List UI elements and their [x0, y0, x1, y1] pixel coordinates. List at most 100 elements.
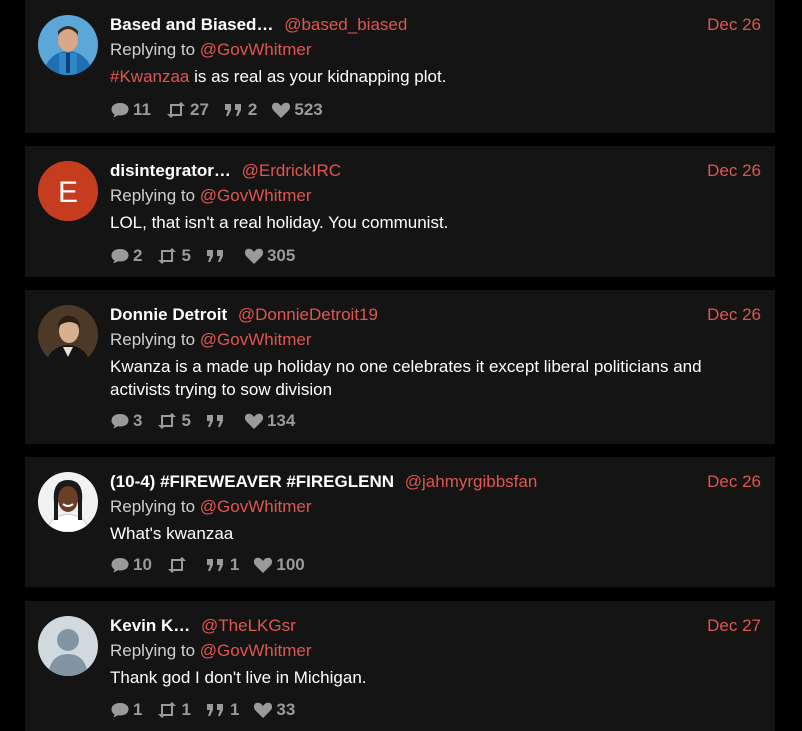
reply-count: 10 [133, 555, 152, 574]
like-button[interactable]: 305 [244, 246, 295, 266]
avatar[interactable]: E [38, 161, 98, 221]
tweet-text-line: Kwanza is a made up holiday no one celeb… [110, 357, 702, 376]
retweet-count: 27 [189, 100, 209, 119]
quote-count: 2 [247, 100, 258, 119]
like-count: 33 [276, 700, 296, 719]
like-button[interactable]: 523 [271, 100, 323, 120]
retweet-button[interactable] [166, 556, 191, 574]
author-handle[interactable]: @DonnieDetroit19 [238, 305, 378, 324]
replying-to: Replying to @GovWhitmer [110, 39, 761, 61]
quote-button[interactable] [205, 247, 230, 265]
replying-to: Replying to @GovWhitmer [110, 329, 761, 351]
like-count: 523 [294, 100, 323, 119]
hashtag-link[interactable]: #Kwanzaa [110, 67, 189, 86]
replying-to-link[interactable]: @GovWhitmer [200, 641, 312, 660]
author-handle[interactable]: @jahmyrgibbsfan [405, 472, 538, 491]
reply-count: 3 [133, 411, 143, 430]
retweet-button[interactable]: 27 [165, 100, 209, 120]
retweet-icon [167, 557, 186, 573]
reply-icon [111, 558, 129, 573]
tweet-text: Thank god I don't live in Michigan. [110, 668, 367, 687]
author-name[interactable]: Kevin K… [110, 616, 190, 635]
tweet-card[interactable]: Kevin K… @TheLKGsr Dec 27 Replying to @G… [25, 601, 775, 731]
tweet-date[interactable]: Dec 26 [707, 14, 761, 36]
like-count: 305 [266, 246, 296, 265]
quote-button[interactable] [205, 412, 230, 430]
tweet-card[interactable]: (10-4) #FIREWEAVER #FIREGLENN @jahmyrgib… [25, 457, 775, 587]
replying-to: Replying to @GovWhitmer [110, 185, 761, 207]
author-handle[interactable]: @TheLKGsr [201, 616, 296, 635]
quote-count: 1 [229, 555, 240, 574]
reply-button[interactable]: 10 [110, 555, 152, 575]
retweet-button[interactable]: 5 [156, 411, 191, 431]
tweet-card[interactable]: Based and Biased… @based_biased Dec 26 R… [25, 0, 775, 133]
tweet-actions: 3 5 134 [110, 411, 309, 431]
reply-icon [111, 249, 129, 264]
retweet-icon [158, 702, 177, 718]
quote-button[interactable]: 1 [205, 555, 239, 575]
reply-icon [111, 703, 129, 718]
tweet-actions: 10 1 100 [110, 555, 319, 575]
tweet-text-body: is as real as your kidnapping plot. [189, 67, 447, 86]
like-button[interactable]: 134 [244, 411, 295, 431]
reply-count: 11 [133, 100, 151, 119]
quote-icon [206, 415, 223, 427]
author-name[interactable]: disintegrator… [110, 161, 231, 180]
reply-button[interactable]: 11 [110, 100, 151, 120]
tweet-date[interactable]: Dec 26 [707, 304, 761, 326]
reply-button[interactable]: 3 [110, 411, 142, 431]
tweet-text: LOL, that isn't a real holiday. You comm… [110, 213, 449, 232]
quote-count: 1 [229, 700, 240, 719]
reply-icon [111, 414, 129, 429]
heart-icon [254, 557, 273, 573]
tweet-date[interactable]: Dec 27 [707, 615, 761, 637]
retweet-button[interactable]: 1 [156, 700, 191, 720]
tweet-date[interactable]: Dec 26 [707, 160, 761, 182]
author-name[interactable]: Donnie Detroit [110, 305, 227, 324]
tweet-text: #Kwanzaa is as real as your kidnapping p… [110, 65, 761, 88]
like-button[interactable]: 100 [253, 555, 305, 575]
avatar[interactable] [38, 305, 98, 365]
retweet-icon [158, 248, 177, 264]
replying-to-label: Replying to [110, 330, 196, 349]
quote-icon [206, 250, 223, 262]
avatar[interactable] [38, 472, 98, 532]
tweet-actions: 1 1 1 33 [110, 700, 309, 720]
retweet-icon [158, 413, 177, 429]
retweet-count: 1 [181, 700, 191, 719]
replying-to-label: Replying to [110, 497, 196, 516]
tweet-text: What's kwanzaa [110, 524, 234, 543]
like-button[interactable]: 33 [253, 700, 295, 720]
quote-button[interactable]: 1 [205, 700, 239, 720]
retweet-icon [166, 102, 185, 118]
author-name[interactable]: (10-4) #FIREWEAVER #FIREGLENN [110, 472, 394, 491]
replying-to-link[interactable]: @GovWhitmer [200, 330, 312, 349]
retweet-count: 5 [181, 246, 191, 265]
replying-to-link[interactable]: @GovWhitmer [200, 40, 312, 59]
tweet-text: Kwanza is a made up holiday no one celeb… [110, 355, 761, 401]
reply-button[interactable]: 2 [110, 246, 142, 266]
reply-icon [111, 103, 129, 118]
like-count: 134 [266, 411, 296, 430]
author-handle[interactable]: @based_biased [284, 15, 407, 34]
avatar[interactable] [38, 15, 98, 75]
replying-to-link[interactable]: @GovWhitmer [200, 186, 312, 205]
tweet-card[interactable]: E disintegrator… @ErdrickIRC Dec 26 Repl… [25, 146, 775, 277]
tweet-card[interactable]: Donnie Detroit @DonnieDetroit19 Dec 26 R… [25, 290, 775, 444]
author-handle[interactable]: @ErdrickIRC [242, 161, 341, 180]
quote-icon [206, 704, 223, 716]
replying-to-link[interactable]: @GovWhitmer [200, 497, 312, 516]
replying-to: Replying to @GovWhitmer [110, 640, 761, 662]
retweet-button[interactable]: 5 [156, 246, 191, 266]
quote-button[interactable]: 2 [223, 100, 257, 120]
heart-icon [272, 102, 291, 118]
avatar[interactable] [38, 616, 98, 676]
tweet-actions: 11 27 2 523 [110, 100, 337, 120]
replying-to-label: Replying to [110, 186, 196, 205]
tweet-actions: 2 5 305 [110, 246, 309, 266]
tweet-date[interactable]: Dec 26 [707, 471, 761, 493]
reply-button[interactable]: 1 [110, 700, 142, 720]
replying-to-label: Replying to [110, 40, 196, 59]
reply-count: 1 [133, 700, 143, 719]
author-name[interactable]: Based and Biased… [110, 15, 273, 34]
